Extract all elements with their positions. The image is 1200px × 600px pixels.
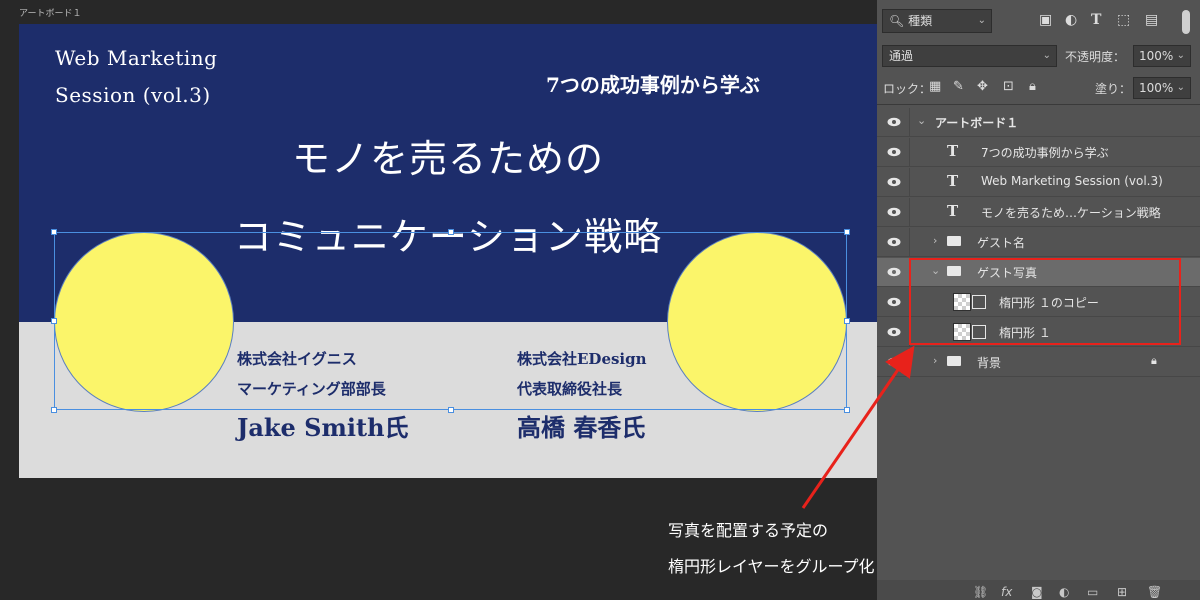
annotation-line2: 楕円形レイヤーをグループ化 bbox=[668, 557, 875, 576]
annotation-arrow bbox=[801, 345, 915, 509]
annotation-line1: 写真を配置する予定の bbox=[668, 521, 829, 540]
annotation-text: 写真を配置する予定の 楕円形レイヤーをグループ化 bbox=[668, 513, 875, 585]
